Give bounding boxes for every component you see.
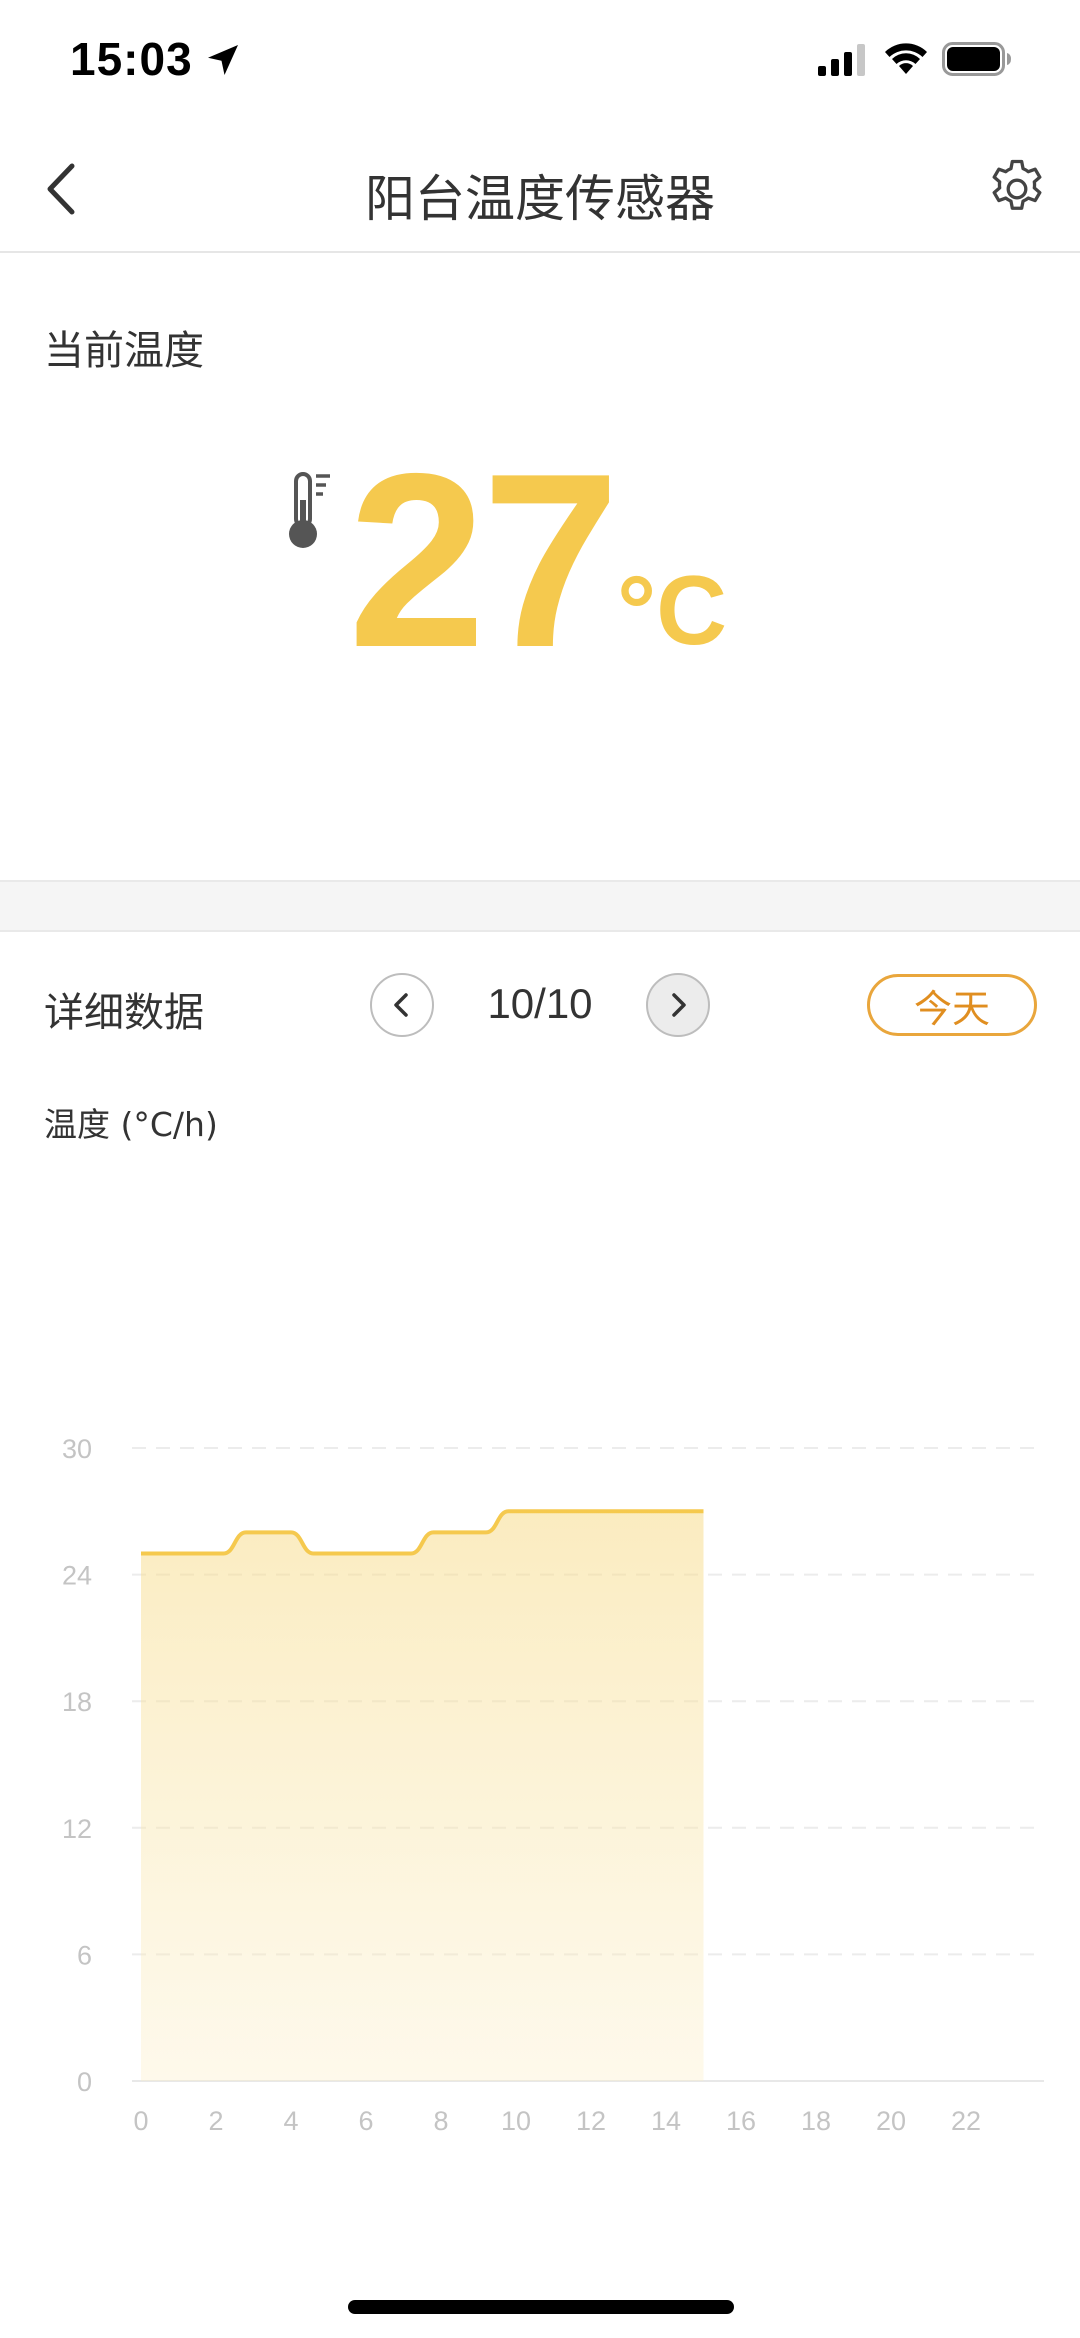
x-tick-label: 10 xyxy=(501,2106,531,2136)
battery-icon xyxy=(942,42,1011,76)
series-area xyxy=(141,1511,704,2081)
x-tick-label: 2 xyxy=(208,2106,223,2136)
section-divider xyxy=(0,880,1080,932)
location-arrow-icon xyxy=(208,45,238,75)
x-tick-label: 12 xyxy=(576,2106,606,2136)
current-temperature-label: 当前温度 xyxy=(44,328,204,374)
home-indicator xyxy=(348,2300,734,2314)
x-tick-label: 4 xyxy=(283,2106,298,2136)
current-temperature-value: 27 xyxy=(348,421,620,699)
thermometer-icon xyxy=(289,472,330,548)
chevron-right-icon xyxy=(672,993,686,1017)
gear-icon[interactable] xyxy=(984,156,1050,222)
next-day-button[interactable] xyxy=(646,973,710,1037)
current-date: 10/10 xyxy=(487,980,593,1027)
status-time: 15:03 xyxy=(70,33,193,85)
x-tick-label: 16 xyxy=(726,2106,756,2136)
previous-day-button[interactable] xyxy=(370,973,434,1037)
page-title: 阳台温度传感器 xyxy=(365,170,715,228)
y-tick-label: 0 xyxy=(77,2067,92,2097)
x-tick-label: 14 xyxy=(651,2106,681,2136)
y-tick-label: 30 xyxy=(62,1434,92,1464)
x-tick-label: 0 xyxy=(133,2106,148,2136)
status-bar: 15:03 xyxy=(0,0,1080,125)
today-button[interactable]: 今天 xyxy=(867,974,1037,1036)
temperature-unit: °C xyxy=(617,555,727,665)
detail-data-label: 详细数据 xyxy=(44,990,204,1036)
y-tick-label: 24 xyxy=(62,1561,92,1591)
chevron-left-icon xyxy=(394,993,408,1017)
wifi-icon xyxy=(885,43,927,74)
x-tick-label: 8 xyxy=(433,2106,448,2136)
y-tick-label: 12 xyxy=(62,1814,92,1844)
chart-y-axis-label: 温度 (°C/h) xyxy=(44,1105,218,1144)
y-tick-label: 6 xyxy=(77,1940,92,1970)
x-tick-label: 18 xyxy=(801,2106,831,2136)
nav-bar: 阳台温度传感器 xyxy=(0,125,1080,253)
temperature-chart: 0 2 4 6 8 10 12 14 16 18 20 22 0612182430 xyxy=(62,1434,1044,2136)
x-tick-label: 22 xyxy=(951,2106,981,2136)
y-tick-label: 18 xyxy=(62,1687,92,1717)
x-tick-label: 20 xyxy=(876,2106,906,2136)
x-tick-label: 6 xyxy=(358,2106,373,2136)
cellular-signal-icon xyxy=(818,44,865,76)
